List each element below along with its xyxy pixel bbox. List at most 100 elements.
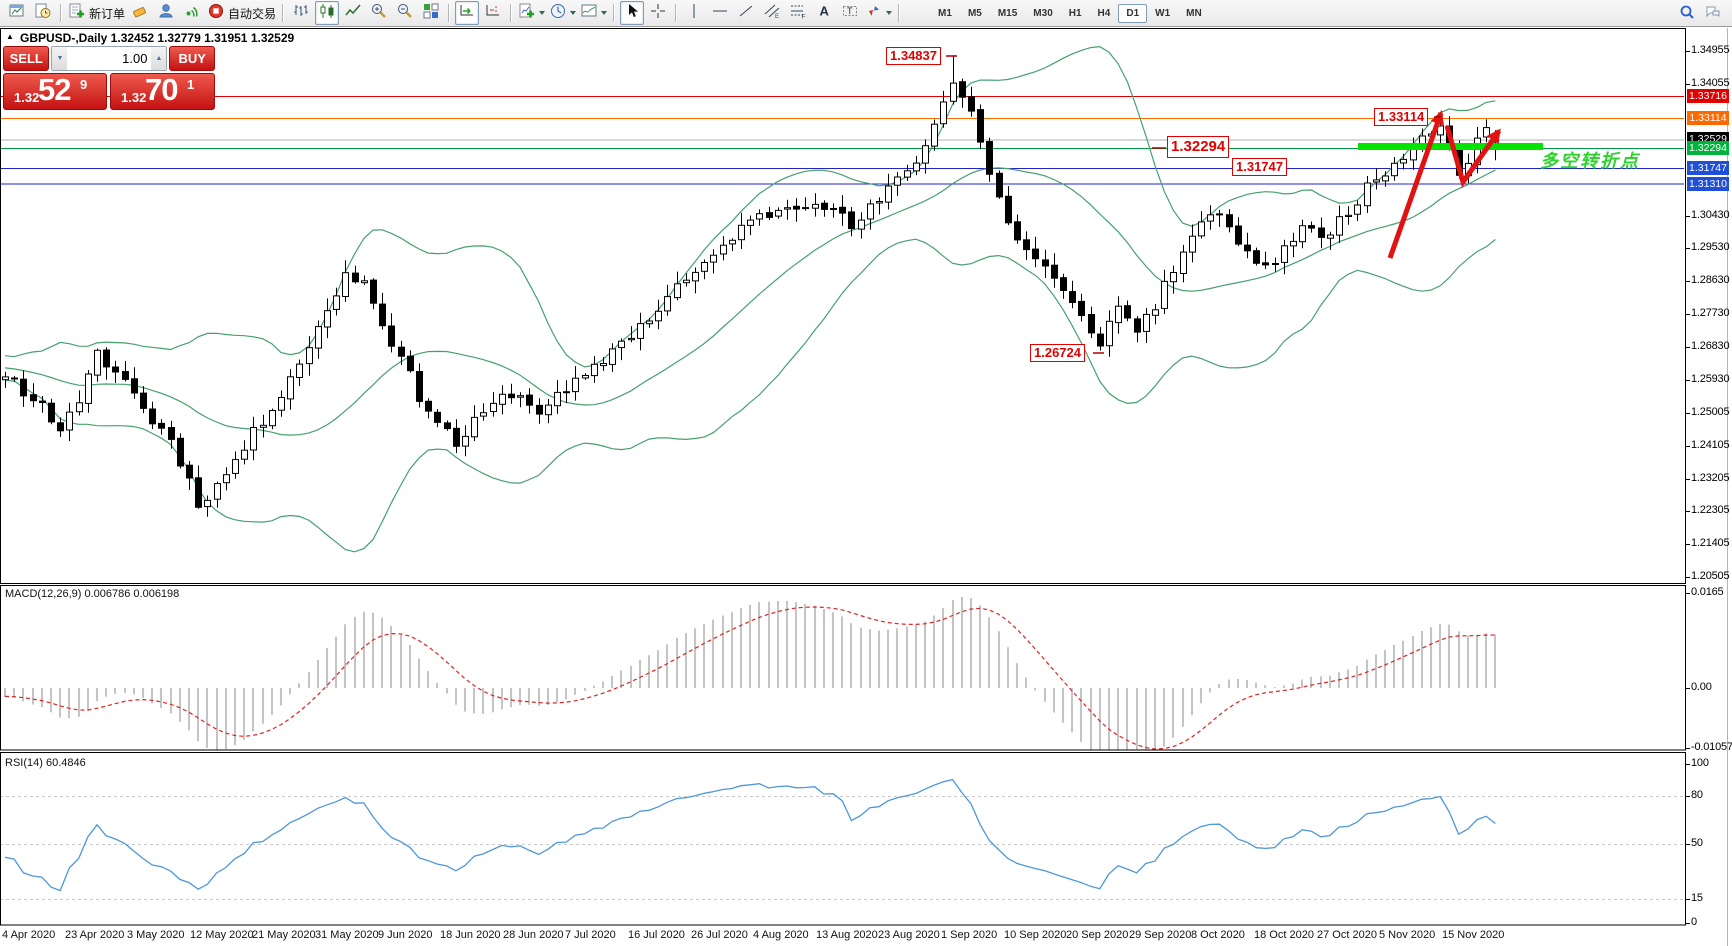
price-tick-label: 1.28630 bbox=[1691, 274, 1729, 286]
candle-body bbox=[730, 240, 736, 244]
volume-input[interactable] bbox=[67, 47, 151, 70]
macd-histogram-bar bbox=[602, 682, 604, 688]
candle-body bbox=[868, 204, 874, 219]
candle-body bbox=[537, 405, 543, 414]
date-label: 18 Oct 2020 bbox=[1254, 929, 1314, 941]
sell-price-display[interactable]: 1.32 52 9 bbox=[3, 73, 107, 110]
macd-histogram-bar bbox=[1439, 624, 1441, 688]
macd-histogram-bar bbox=[878, 631, 880, 688]
main-pane-border bbox=[1, 29, 1686, 584]
date-label: 16 Jul 2020 bbox=[628, 929, 685, 941]
candle-body bbox=[1043, 260, 1049, 266]
candle-body bbox=[417, 372, 423, 402]
candle-body bbox=[1236, 226, 1242, 244]
candle-body bbox=[270, 411, 276, 426]
date-label: 18 Jun 2020 bbox=[440, 929, 501, 941]
macd-histogram-bar bbox=[786, 601, 788, 688]
candle-body bbox=[776, 210, 782, 216]
candle-body bbox=[647, 321, 653, 324]
macd-histogram-bar bbox=[418, 659, 420, 689]
macd-histogram-bar bbox=[105, 688, 107, 697]
macd-histogram-bar bbox=[611, 676, 613, 688]
date-label: 21 May 2020 bbox=[252, 929, 316, 941]
macd-histogram-bar bbox=[998, 631, 1000, 688]
candle-body bbox=[399, 347, 405, 356]
sell-button[interactable]: SELL bbox=[3, 46, 49, 71]
macd-histogram-bar bbox=[896, 628, 898, 688]
candle-body bbox=[1107, 321, 1113, 345]
candle-body bbox=[325, 311, 331, 327]
buy-button[interactable]: BUY bbox=[169, 46, 215, 71]
macd-histogram-bar bbox=[1062, 688, 1064, 723]
macd-histogram-bar bbox=[547, 688, 549, 705]
macd-histogram-bar bbox=[1080, 688, 1082, 742]
price-annotation-1.31747[interactable]: 1.31747 bbox=[1232, 158, 1287, 176]
macd-histogram-bar bbox=[639, 660, 641, 688]
candle-body bbox=[1116, 306, 1122, 322]
macd-histogram-bar bbox=[1246, 680, 1248, 688]
macd-histogram-bar bbox=[915, 625, 917, 688]
macd-histogram-bar bbox=[1393, 645, 1395, 688]
bollinger-lower-band bbox=[5, 239, 1495, 552]
candle-body bbox=[941, 102, 947, 124]
date-label: 13 Aug 2020 bbox=[816, 929, 878, 941]
candle-body bbox=[463, 436, 469, 446]
candle-body bbox=[693, 272, 699, 281]
macd-histogram-bar bbox=[574, 688, 576, 695]
macd-histogram-bar bbox=[666, 644, 668, 688]
candle-body bbox=[472, 417, 478, 436]
price-annotation-1.26724[interactable]: 1.26724 bbox=[1030, 344, 1085, 362]
macd-histogram-bar bbox=[1421, 631, 1423, 688]
zigzag-arrow-up-2[interactable] bbox=[1447, 126, 1499, 182]
candle-body bbox=[1411, 149, 1417, 160]
title-collapse-icon[interactable]: ▲ bbox=[6, 32, 14, 41]
macd-histogram-bar bbox=[298, 683, 300, 688]
chart-text-object[interactable]: 多空转折点 bbox=[1540, 147, 1640, 173]
main-plot[interactable] bbox=[3, 47, 1544, 552]
price-annotation-1.33114[interactable]: 1.33114 bbox=[1374, 108, 1428, 126]
candle-body bbox=[435, 412, 441, 422]
candle-body bbox=[1024, 240, 1030, 250]
candle-body bbox=[12, 378, 18, 379]
candle-body bbox=[757, 214, 763, 219]
macd-histogram-bar bbox=[1255, 683, 1257, 688]
macd-histogram-bar bbox=[1292, 684, 1294, 688]
macd-histogram-bar bbox=[952, 600, 954, 688]
candle-body bbox=[1273, 264, 1279, 265]
volume-decrease-button[interactable]: ▼ bbox=[52, 47, 67, 70]
macd-histogram-bar bbox=[1209, 688, 1211, 693]
candle-body bbox=[932, 124, 938, 146]
macd-histogram-bar bbox=[1182, 688, 1184, 727]
candle-body bbox=[886, 186, 892, 202]
macd-histogram-bar bbox=[1154, 688, 1156, 755]
macd-histogram-bar bbox=[1172, 688, 1174, 738]
buy-price-display[interactable]: 1.32 70 1 bbox=[110, 73, 215, 110]
price-annotation-1.34837[interactable]: 1.34837 bbox=[886, 47, 941, 65]
candle-body bbox=[426, 401, 432, 411]
date-label: 9 Jun 2020 bbox=[378, 929, 432, 941]
macd-plot[interactable] bbox=[4, 597, 1496, 762]
candle-body bbox=[527, 395, 533, 405]
candle-body bbox=[233, 460, 239, 474]
candle-body bbox=[1300, 226, 1306, 242]
price-tick-label: 1.27730 bbox=[1691, 307, 1729, 319]
candle-body bbox=[1245, 245, 1251, 251]
chart-canvas[interactable] bbox=[0, 0, 1732, 946]
price-tick-label: 1.20505 bbox=[1691, 570, 1729, 582]
macd-histogram-bar bbox=[170, 688, 172, 714]
candle-body bbox=[104, 350, 110, 367]
zigzag-arrow-up-1[interactable] bbox=[1390, 113, 1441, 258]
candle-body bbox=[1263, 263, 1269, 265]
macd-histogram-bar bbox=[1071, 688, 1073, 732]
chart-title: GBPUSD-,Daily 1.32452 1.32779 1.31951 1.… bbox=[20, 31, 294, 45]
macd-histogram-bar bbox=[1034, 688, 1036, 690]
price-annotation-1.32294[interactable]: 1.32294 bbox=[1167, 136, 1229, 158]
candle-body bbox=[1374, 180, 1380, 182]
candle-body bbox=[215, 484, 221, 500]
macd-histogram-bar bbox=[860, 628, 862, 688]
macd-histogram-bar bbox=[41, 688, 43, 707]
volume-increase-button[interactable]: ▲ bbox=[151, 47, 166, 70]
candle-body bbox=[67, 412, 73, 430]
macd-histogram-bar bbox=[694, 628, 696, 688]
sell-price-sup: 9 bbox=[80, 77, 87, 92]
